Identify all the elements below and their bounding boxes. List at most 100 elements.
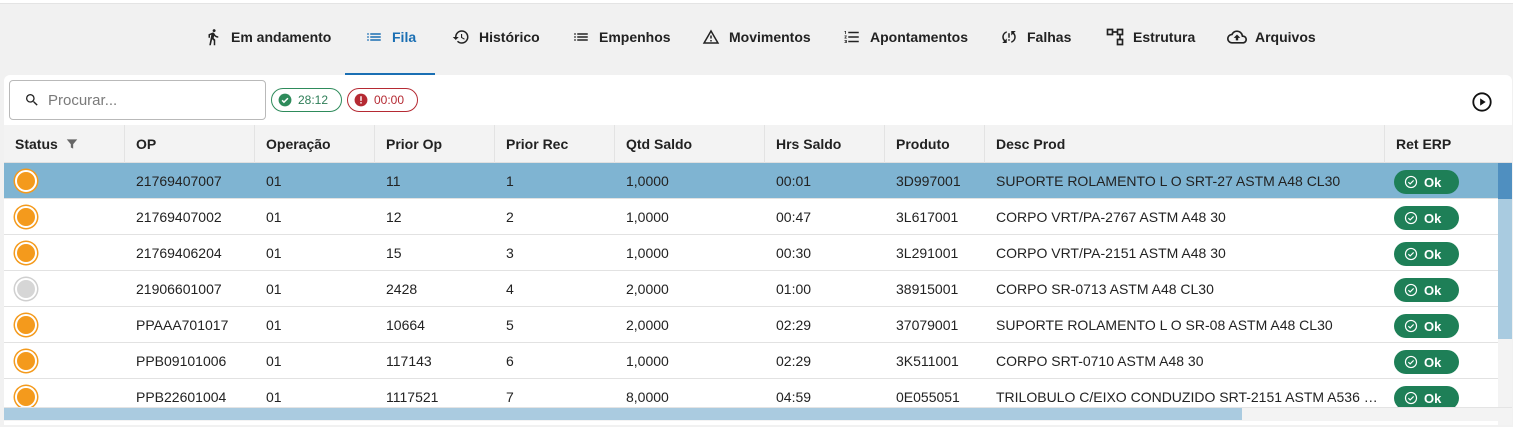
badge-label: Ok	[1424, 390, 1442, 406]
warning-icon	[701, 27, 721, 47]
tab-fila[interactable]: Fila	[364, 22, 416, 76]
cell-prior-rec: 6	[506, 353, 514, 369]
cell-op: 21769407002	[136, 209, 222, 225]
error-icon	[354, 93, 368, 107]
column-header-label: Status	[15, 136, 58, 152]
ok-time-chip[interactable]: 28:12	[271, 88, 342, 112]
cell-operacao: 01	[266, 245, 282, 261]
cell-produto: 3D997001	[896, 173, 961, 189]
status-indicator	[15, 206, 37, 228]
column-header-hrs-saldo[interactable]: Hrs Saldo	[765, 125, 885, 163]
cell-prior-rec: 3	[506, 245, 514, 261]
search-box[interactable]	[9, 80, 266, 120]
play-button[interactable]	[1471, 91, 1493, 113]
ret-erp-ok-badge[interactable]: Ok	[1394, 170, 1459, 194]
table-row[interactable]: PPB09101006 01 117143 6 1,0000 02:29 3K5…	[4, 343, 1498, 379]
tab-movimentos[interactable]: Movimentos	[701, 22, 811, 76]
cell-produto: 37079001	[896, 317, 959, 333]
sync-problem-icon	[999, 27, 1019, 47]
cell-hrs-saldo: 02:29	[776, 353, 812, 369]
cell-op: 21906601007	[136, 281, 222, 297]
cell-desc-prod: CORPO VRT/PA-2151 ASTM A48 30	[996, 245, 1226, 261]
cell-desc-prod: CORPO SRT-0710 ASTM A48 30	[996, 353, 1204, 369]
column-header-label: Qtd Saldo	[626, 136, 693, 152]
column-header-status[interactable]: Status	[4, 125, 125, 163]
cell-desc-prod: CORPO SR-0713 ASTM A48 CL30	[996, 281, 1214, 297]
badge-label: Ok	[1424, 246, 1442, 262]
tab-estrutura[interactable]: Estrutura	[1105, 22, 1195, 76]
cell-prior-op: 12	[386, 209, 402, 225]
column-header-label: Operação	[266, 136, 331, 152]
column-header-prior-rec[interactable]: Prior Rec	[495, 125, 615, 163]
cell-qtd-saldo: 1,0000	[626, 245, 669, 261]
horizontal-scrollbar-thumb[interactable]	[4, 408, 1242, 420]
page: Em andamento Fila Histórico Empenhos Mov…	[0, 0, 1513, 427]
table-row[interactable]: 21769406204 01 15 3 1,0000 00:30 3L29100…	[4, 235, 1498, 271]
tab-empenhos[interactable]: Empenhos	[571, 22, 671, 76]
tab-falhas[interactable]: Falhas	[999, 22, 1071, 76]
history-icon	[451, 27, 471, 47]
table-header: Status OP Operação Prior Op Prior Rec Qt…	[4, 125, 1512, 163]
cell-prior-op: 10664	[386, 317, 425, 333]
column-header-operacao[interactable]: Operação	[255, 125, 375, 163]
column-header-label: OP	[136, 136, 157, 152]
cell-operacao: 01	[266, 353, 282, 369]
cell-prior-rec: 1	[506, 173, 514, 189]
error-time-chip[interactable]: 00:00	[347, 88, 418, 112]
status-indicator	[15, 170, 37, 192]
cell-qtd-saldo: 2,0000	[626, 281, 669, 297]
badge-label: Ok	[1424, 318, 1442, 334]
table-row[interactable]: 21906601007 01 2428 4 2,0000 01:00 38915…	[4, 271, 1498, 307]
column-header-desc-prod[interactable]: Desc Prod	[985, 125, 1385, 163]
column-header-ret-erp[interactable]: Ret ERP	[1385, 125, 1512, 163]
ret-erp-ok-badge[interactable]: Ok	[1394, 314, 1459, 338]
list-icon	[364, 27, 384, 47]
cell-desc-prod: SUPORTE ROLAMENTO L O SR-08 ASTM A48 CL3…	[996, 317, 1333, 333]
column-header-label: Prior Rec	[506, 136, 569, 152]
check-circle-icon	[1404, 319, 1418, 333]
ret-erp-ok-badge[interactable]: Ok	[1394, 350, 1459, 374]
top-strip	[0, 0, 1513, 4]
cell-op: PPAAA701017	[136, 317, 229, 333]
cell-produto: 38915001	[896, 281, 959, 297]
check-circle-icon	[278, 93, 292, 107]
status-indicator	[15, 350, 37, 372]
ret-erp-ok-badge[interactable]: Ok	[1394, 242, 1459, 266]
cell-hrs-saldo: 00:47	[776, 209, 812, 225]
cell-operacao: 01	[266, 317, 282, 333]
column-header-prior-op[interactable]: Prior Op	[375, 125, 495, 163]
cell-desc-prod: CORPO VRT/PA-2767 ASTM A48 30	[996, 209, 1226, 225]
tab-em-andamento[interactable]: Em andamento	[203, 22, 331, 76]
tab-arquivos[interactable]: Arquivos	[1227, 22, 1316, 76]
cell-prior-rec: 4	[506, 281, 514, 297]
cell-operacao: 01	[266, 173, 282, 189]
tab-label: Fila	[392, 29, 417, 45]
table-row[interactable]: 21769407002 01 12 2 1,0000 00:47 3L61700…	[4, 199, 1498, 235]
search-input[interactable]	[48, 91, 248, 109]
column-header-label: Prior Op	[386, 136, 443, 152]
badge-label: Ok	[1424, 210, 1442, 226]
column-header-qtd-saldo[interactable]: Qtd Saldo	[615, 125, 765, 163]
ret-erp-ok-badge[interactable]: Ok	[1394, 206, 1459, 230]
column-header-op[interactable]: OP	[125, 125, 255, 163]
cell-operacao: 01	[266, 281, 282, 297]
ret-erp-ok-badge[interactable]: Ok	[1394, 278, 1459, 302]
table-row[interactable]: PPAAA701017 01 10664 5 2,0000 02:29 3707…	[4, 307, 1498, 343]
numbered-list-icon	[842, 27, 862, 47]
cell-qtd-saldo: 2,0000	[626, 317, 669, 333]
column-header-produto[interactable]: Produto	[885, 125, 985, 163]
cell-op: PPB09101006	[136, 353, 227, 369]
cell-qtd-saldo: 1,0000	[626, 353, 669, 369]
cell-qtd-saldo: 1,0000	[626, 209, 669, 225]
column-header-label: Ret ERP	[1396, 136, 1452, 152]
tab-bar: Em andamento Fila Histórico Empenhos Mov…	[0, 22, 1513, 76]
list-icon	[571, 27, 591, 47]
filter-icon[interactable]	[65, 137, 79, 151]
table-row[interactable]: 21769407007 01 11 1 1,0000 00:01 3D99700…	[4, 163, 1498, 199]
tab-apontamentos[interactable]: Apontamentos	[842, 22, 968, 76]
tab-historico[interactable]: Histórico	[451, 22, 540, 76]
cell-desc-prod: SUPORTE ROLAMENTO L O SRT-27 ASTM A48 CL…	[996, 173, 1341, 189]
queue-panel: 28:12 00:00 Status OP Operação Prior Op …	[4, 75, 1512, 425]
cell-produto: 3K511001	[896, 353, 959, 369]
vertical-scrollbar-selection-marker	[1498, 163, 1512, 199]
